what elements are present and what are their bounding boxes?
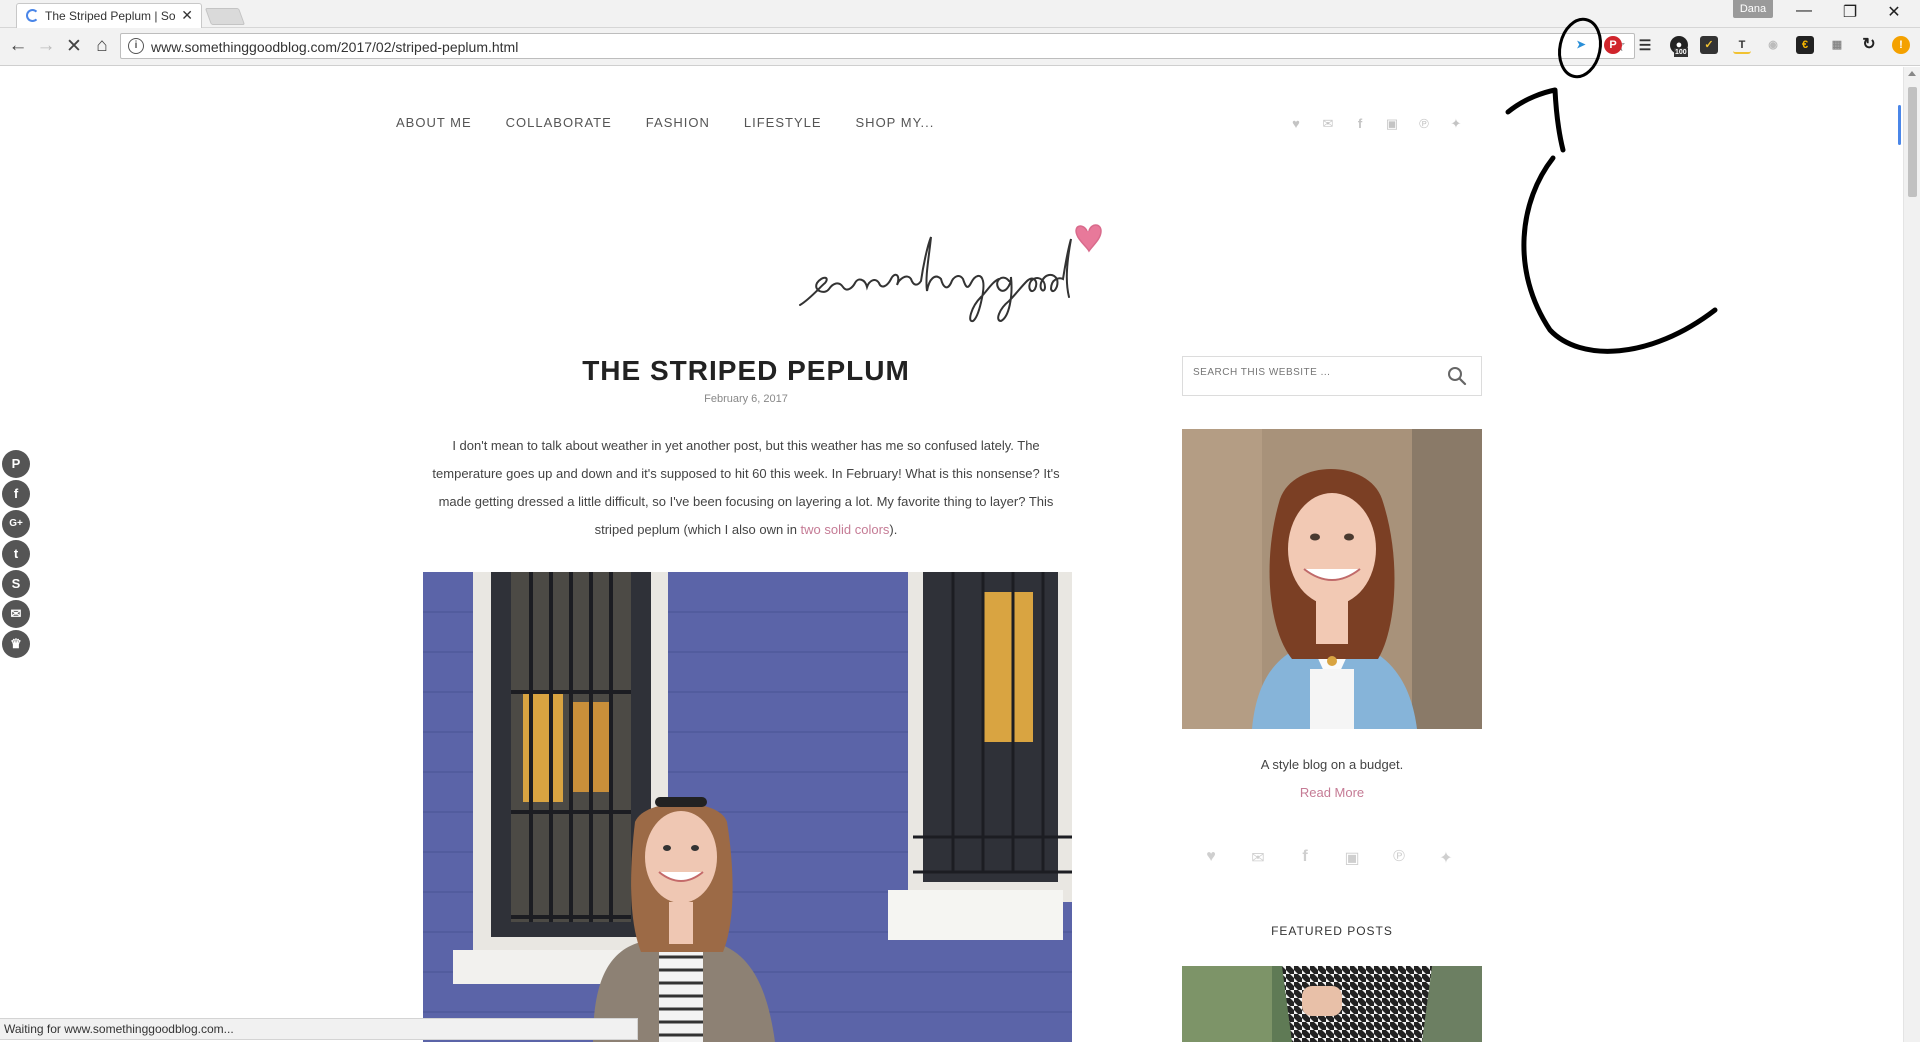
facebook-share-icon[interactable]: f bbox=[2, 480, 30, 508]
share-bar: P f G+ t S ✉ ♛ bbox=[0, 450, 30, 660]
site-info-icon[interactable]: i bbox=[128, 38, 144, 54]
page-scrollbar[interactable] bbox=[1903, 67, 1920, 1042]
pinterest-share-icon[interactable]: P bbox=[2, 450, 30, 478]
evernote-extension-icon[interactable]: € bbox=[1796, 36, 1814, 54]
pinterest-extension-icon[interactable]: P bbox=[1604, 36, 1622, 54]
web-page: ABOUT ME COLLABORATE FASHION LIFESTYLE S… bbox=[0, 67, 1920, 1042]
tab-strip: The Striped Peplum | Sor ✕ Dana — ❐ ✕ bbox=[0, 0, 1920, 28]
nav-collaborate[interactable]: COLLABORATE bbox=[506, 115, 612, 130]
stumbleupon-share-icon[interactable]: S bbox=[2, 570, 30, 598]
new-tab-button[interactable] bbox=[204, 8, 246, 25]
check-extension-icon[interactable]: ✓ bbox=[1700, 36, 1718, 54]
back-icon[interactable]: ← bbox=[6, 35, 30, 57]
loading-spinner-icon bbox=[26, 9, 39, 22]
scroll-up-icon[interactable] bbox=[1908, 71, 1916, 76]
nav-shop-my[interactable]: SHOP MY... bbox=[856, 115, 935, 130]
search-icon[interactable] bbox=[1447, 366, 1467, 386]
url-text[interactable]: www.somethinggoodblog.com/2017/02/stripe… bbox=[151, 39, 518, 55]
scroll-position-indicator bbox=[1898, 105, 1901, 145]
extension-badge: 100 bbox=[1674, 48, 1688, 57]
home-icon[interactable]: ⌂ bbox=[90, 35, 114, 57]
image-extension-icon[interactable]: ▦ bbox=[1828, 36, 1846, 54]
t-extension-icon[interactable]: T bbox=[1733, 36, 1751, 54]
post-body-end: ). bbox=[889, 522, 898, 537]
post-photo[interactable] bbox=[423, 572, 1072, 1042]
scrollbar-thumb[interactable] bbox=[1908, 87, 1917, 197]
status-bar: Waiting for www.somethinggoodblog.com... bbox=[0, 1018, 638, 1040]
alert-extension-icon[interactable]: ! bbox=[1892, 36, 1910, 54]
pinterest-icon[interactable]: ℗ bbox=[1391, 848, 1407, 868]
featured-post-thumbnail[interactable] bbox=[1182, 966, 1482, 1042]
browser-tab[interactable]: The Striped Peplum | Sor ✕ bbox=[16, 3, 202, 28]
crown-share-icon[interactable]: ♛ bbox=[2, 630, 30, 658]
blog-tagline: A style blog on a budget. bbox=[1260, 757, 1404, 772]
post-date: February 6, 2017 bbox=[704, 393, 788, 405]
blog-logo[interactable] bbox=[795, 217, 1115, 327]
main-navigation: ABOUT ME COLLABORATE FASHION LIFESTYLE S… bbox=[396, 115, 934, 130]
layers-extension-icon[interactable]: ☰ bbox=[1636, 36, 1654, 54]
read-more-link[interactable]: Read More bbox=[1182, 785, 1482, 800]
address-bar[interactable]: i www.somethinggoodblog.com/2017/02/stri… bbox=[120, 33, 1635, 59]
close-window-icon[interactable]: ✕ bbox=[1874, 2, 1914, 22]
browser-toolbar: ← → ✕ ⌂ i www.somethinggoodblog.com/2017… bbox=[0, 28, 1920, 66]
header-social-icons: ♥ ✉ f ▣ ℗ ✦ bbox=[1288, 116, 1464, 132]
post-title: THE STRIPED PEPLUM bbox=[582, 355, 910, 386]
facebook-icon[interactable]: f bbox=[1352, 116, 1368, 132]
post-body-text: I don't mean to talk about weather in ye… bbox=[432, 438, 1060, 537]
profile-button[interactable]: Dana bbox=[1733, 0, 1773, 18]
twitter-icon[interactable]: ✦ bbox=[1438, 848, 1454, 868]
pinterest-icon[interactable]: ℗ bbox=[1416, 116, 1432, 132]
sync-extension-icon[interactable]: ↻ bbox=[1860, 36, 1878, 54]
search-input[interactable] bbox=[1193, 367, 1433, 378]
stop-icon[interactable]: ✕ bbox=[62, 35, 86, 58]
forward-icon[interactable]: → bbox=[34, 35, 58, 57]
featured-posts-heading: FEATURED POSTS bbox=[1271, 924, 1393, 938]
twitter-share-icon[interactable]: t bbox=[2, 540, 30, 568]
nav-about-me[interactable]: ABOUT ME bbox=[396, 115, 472, 130]
restore-icon[interactable]: ❐ bbox=[1830, 2, 1870, 22]
mail-icon[interactable]: ✉ bbox=[1320, 116, 1336, 132]
heart-icon[interactable]: ♥ bbox=[1288, 116, 1304, 132]
two-solid-colors-link[interactable]: two solid colors bbox=[801, 522, 890, 537]
post-body: I don't mean to talk about weather in ye… bbox=[425, 432, 1067, 544]
facebook-icon[interactable]: f bbox=[1297, 848, 1313, 868]
tab-close-icon[interactable]: ✕ bbox=[181, 7, 193, 24]
heart-icon[interactable]: ♥ bbox=[1203, 848, 1219, 868]
tab-title: The Striped Peplum | Sor bbox=[45, 9, 175, 23]
google-plus-share-icon[interactable]: G+ bbox=[2, 510, 30, 538]
minimize-icon[interactable]: — bbox=[1784, 2, 1824, 20]
twitter-icon[interactable]: ✦ bbox=[1448, 116, 1464, 132]
search-box bbox=[1182, 356, 1482, 396]
author-photo[interactable] bbox=[1182, 429, 1482, 729]
grey-extension-icon[interactable]: ◉ bbox=[1764, 36, 1782, 54]
mail-icon[interactable]: ✉ bbox=[1250, 848, 1266, 868]
nav-lifestyle[interactable]: LIFESTYLE bbox=[744, 115, 822, 130]
email-share-icon[interactable]: ✉ bbox=[2, 600, 30, 628]
instagram-icon[interactable]: ▣ bbox=[1384, 116, 1400, 132]
sidebar-social-icons: ♥ ✉ f ▣ ℗ ✦ bbox=[1203, 848, 1454, 868]
nav-fashion[interactable]: FASHION bbox=[646, 115, 710, 130]
bird-extension-icon[interactable]: ➤ bbox=[1572, 36, 1590, 54]
account-extension-icon[interactable]: ● 100 bbox=[1670, 36, 1688, 57]
instagram-icon[interactable]: ▣ bbox=[1344, 848, 1360, 868]
